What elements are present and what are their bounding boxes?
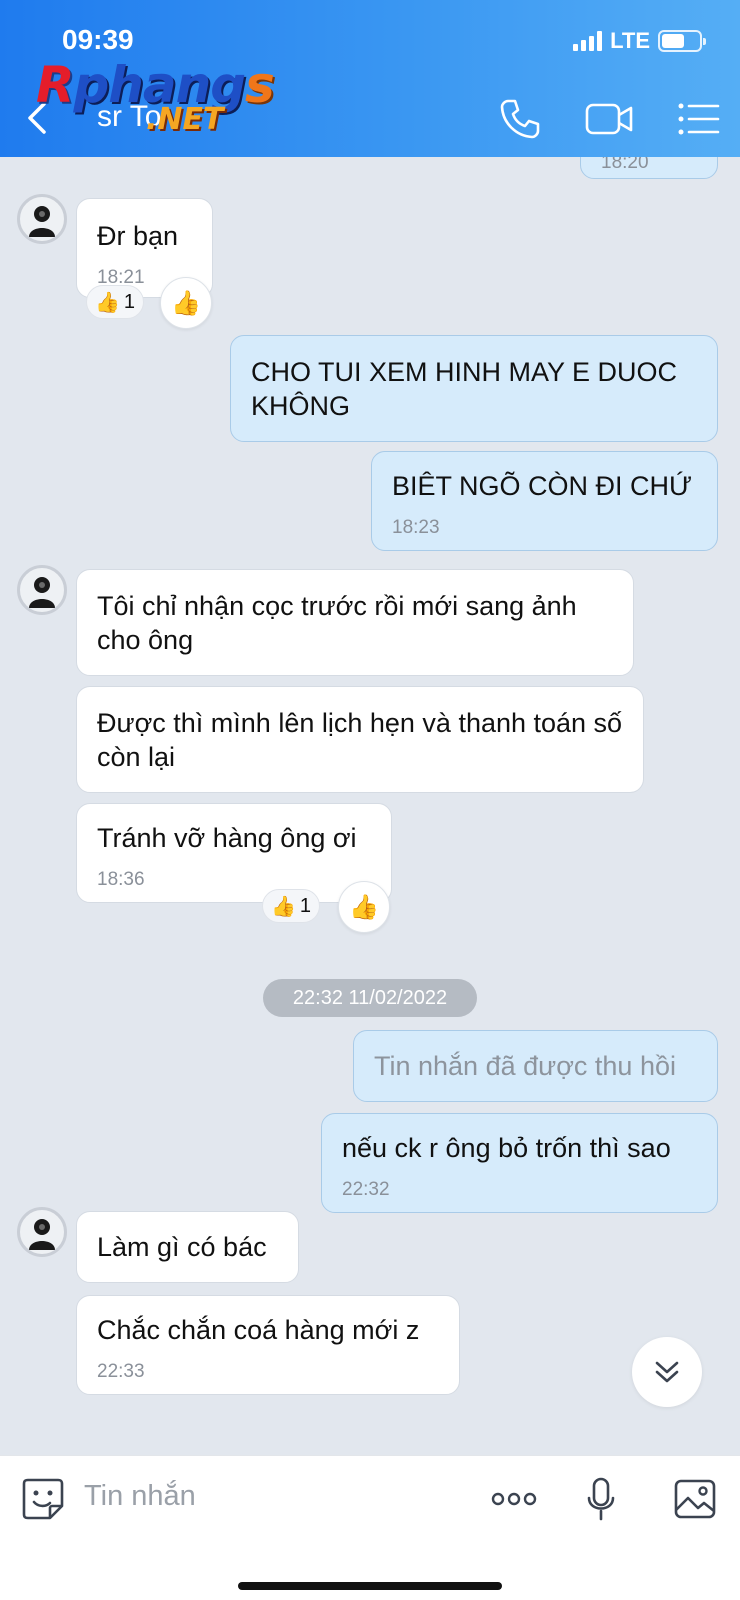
sticker-icon[interactable] [20,1476,66,1522]
date-separator: 22:32 11/02/2022 [263,979,477,1017]
reaction-summary[interactable]: 👍 1 [262,889,321,923]
list-menu-icon[interactable] [676,96,722,142]
message-bubble-outgoing[interactable]: 18:20 [580,157,718,179]
image-gallery-icon[interactable] [672,1476,718,1522]
message-bubble-outgoing[interactable]: BIÊT NGÕ CÒN ĐI CHỨ 18:23 [371,451,718,551]
react-button[interactable]: 👍 [160,277,212,329]
scroll-to-bottom-button[interactable] [632,1337,702,1407]
message-bubble-recalled[interactable]: Tin nhắn đã được thu hồi [353,1030,718,1102]
home-indicator[interactable] [238,1582,502,1590]
message-bubble-incoming[interactable]: Được thì mình lên lịch hẹn và thanh toán… [76,686,644,793]
thumbs-up-icon: 👍 [171,289,201,317]
avatar-image [29,206,55,237]
message-text: Đr bạn [97,221,179,251]
message-input-bar: Tin nhắn [0,1455,740,1600]
message-text: Tôi chỉ nhận cọc trước rồi mới sang ảnh … [97,591,577,655]
message-text: Làm gì có bác [97,1232,267,1262]
message-text: Tin nhắn đã được thu hồi [374,1051,676,1081]
message-time: 22:32 [342,1179,390,1200]
message-bubble-incoming[interactable]: Chắc chắn coá hàng mới z 22:33 [76,1295,460,1395]
avatar[interactable] [17,194,67,244]
message-text: Chắc chắn coá hàng mới z [97,1315,420,1345]
thumbs-up-icon: 👍 [271,895,296,918]
avatar[interactable] [17,565,67,615]
more-options-icon[interactable] [490,1476,538,1522]
message-time: 22:33 [97,1361,145,1382]
message-text: BIÊT NGÕ CÒN ĐI CHỨ [392,471,693,501]
status-time: 09:39 [62,24,134,55]
avatar[interactable] [17,1207,67,1257]
message-input[interactable]: Tin nhắn [84,1480,196,1513]
double-chevron-down-icon [655,1361,679,1383]
video-camera-icon[interactable] [584,96,634,142]
reaction-count: 1 [123,290,136,313]
battery-icon [658,30,706,52]
message-bubble-incoming[interactable]: Làm gì có bác [76,1211,299,1283]
message-text: nếu ck r ông bỏ trốn thì sao [342,1133,671,1163]
reaction-summary[interactable]: 👍 1 [86,285,145,319]
status-indicators: LTE [573,28,706,54]
avatar-image [29,1219,55,1250]
thumbs-up-icon: 👍 [349,893,379,921]
signal-icon [573,31,603,51]
thumbs-up-icon: 👍 [95,291,120,314]
message-time: 18:23 [392,517,440,538]
message-text: CHO TUI XEM HINH MAY E DUOC KHÔNG [251,357,678,421]
network-type: LTE [610,28,650,53]
chat-header: 09:39 LTE sr To Rphangs .NET [0,0,740,157]
message-bubble-outgoing[interactable]: nếu ck r ông bỏ trốn thì sao 22:32 [321,1113,718,1213]
message-time: 18:20 [601,157,649,173]
message-bubble-incoming[interactable]: Tôi chỉ nhận cọc trước rồi mới sang ảnh … [76,569,634,676]
contact-name[interactable]: sr To [97,100,161,134]
message-time: 18:36 [97,869,145,890]
react-button[interactable]: 👍 [338,881,390,933]
message-list[interactable]: 18:20 Đr bạn 18:21 👍 1 👍 CHO TUI XEM HIN… [0,157,740,1455]
message-text: Tránh vỡ hàng ông ơi [97,823,357,853]
avatar-image [29,577,55,608]
phone-icon[interactable] [497,96,543,142]
reaction-count: 1 [299,894,312,917]
message-text: Được thì mình lên lịch hẹn và thanh toán… [97,708,623,772]
chevron-left-icon[interactable] [22,98,56,138]
microphone-icon[interactable] [586,1476,616,1522]
message-bubble-outgoing[interactable]: CHO TUI XEM HINH MAY E DUOC KHÔNG [230,335,718,442]
